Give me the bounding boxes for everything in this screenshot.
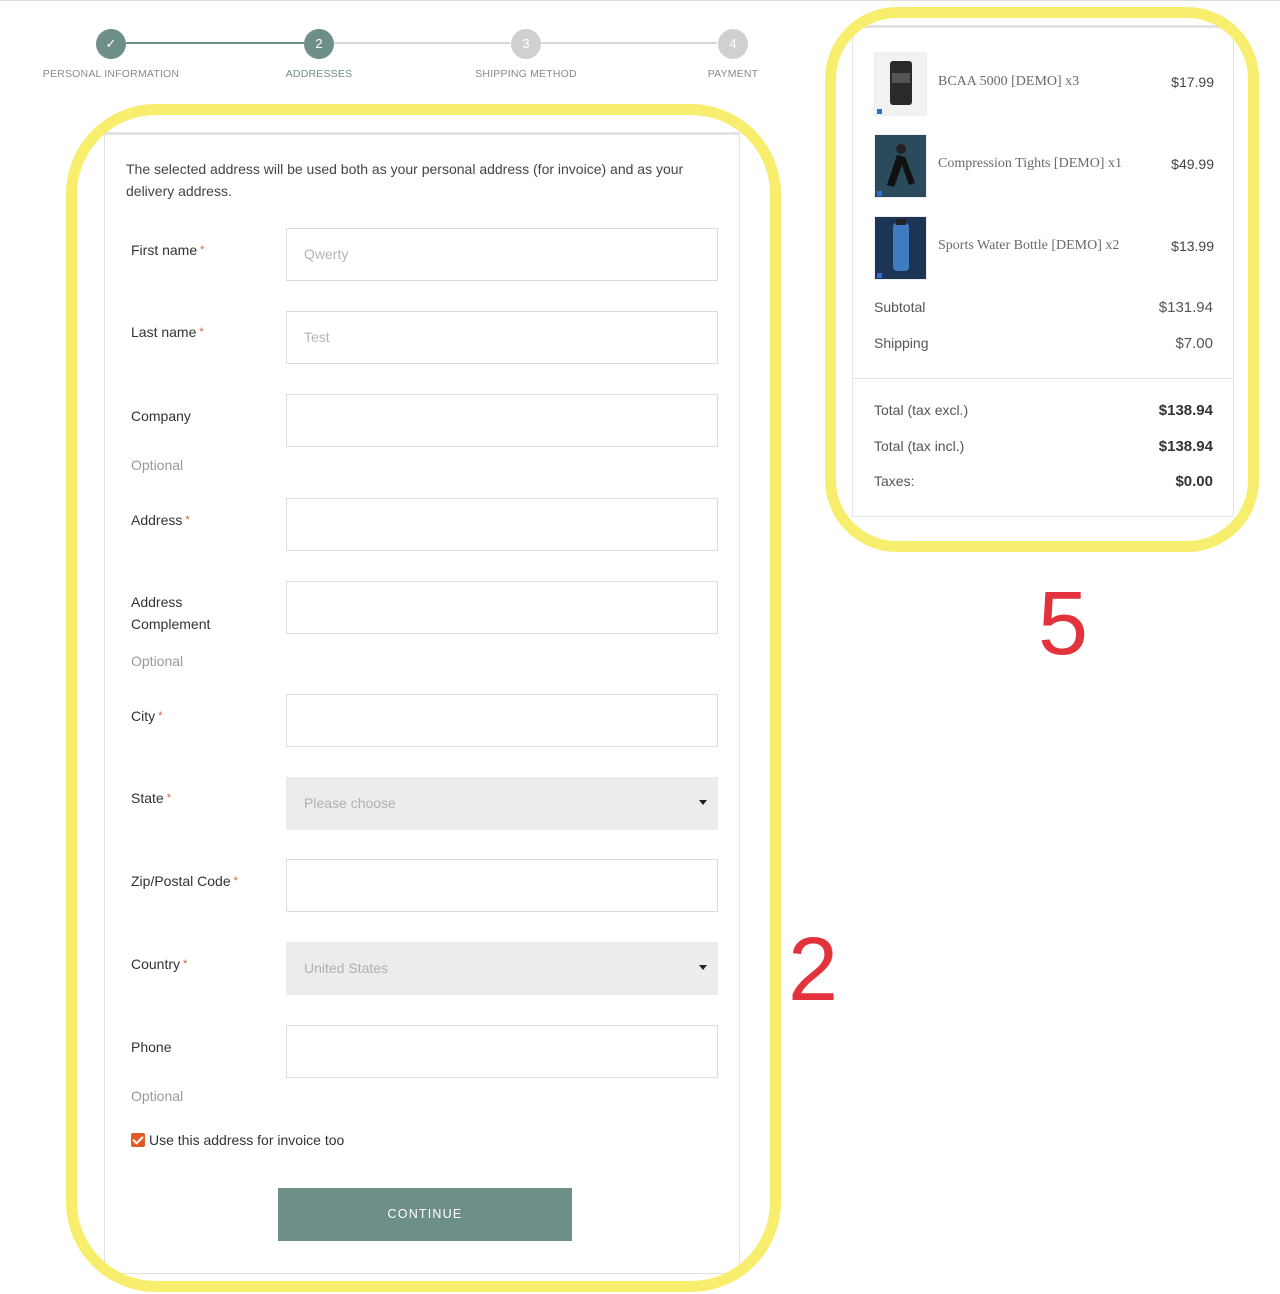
cart-item-name[interactable]: Compression Tights [DEMO] x1 bbox=[938, 156, 1122, 172]
step-connector-3 bbox=[541, 42, 717, 44]
product-thumbnail[interactable] bbox=[874, 52, 927, 116]
zip-input[interactable] bbox=[286, 859, 718, 912]
total-excl-row: Total (tax excl.) $138.94 bbox=[874, 402, 1213, 419]
cart-item-name[interactable]: BCAA 5000 [DEMO] x3 bbox=[938, 74, 1079, 90]
cart-item: Compression Tights [DEMO] x1 $49.99 bbox=[874, 134, 1214, 198]
first-name-input[interactable]: Qwerty bbox=[286, 228, 718, 281]
company-label: Company bbox=[131, 408, 191, 424]
shipping-value: $7.00 bbox=[1175, 335, 1213, 352]
step-1-check-icon[interactable]: ✓ bbox=[96, 29, 126, 59]
step-3-label: SHIPPING METHOD bbox=[475, 68, 577, 80]
state-label: State * bbox=[131, 790, 171, 806]
subtotal-value: $131.94 bbox=[1158, 299, 1213, 316]
step-2-circle: 2 bbox=[304, 29, 334, 59]
state-select-value: Please choose bbox=[304, 795, 396, 811]
city-label: City * bbox=[131, 708, 163, 724]
company-optional-hint: Optional bbox=[131, 457, 184, 473]
annotation-number-5: 5 bbox=[1038, 574, 1089, 674]
step-3-circle: 3 bbox=[511, 29, 541, 59]
country-label: Country * bbox=[131, 956, 188, 972]
address-intro-text: The selected address will be used both a… bbox=[126, 161, 684, 199]
step-2-label: ADDRESSES bbox=[285, 68, 353, 80]
address-label: Address * bbox=[131, 512, 190, 528]
total-excl-value: $138.94 bbox=[1158, 402, 1213, 419]
country-select-value: United States bbox=[304, 960, 389, 976]
zip-label: Zip/Postal Code * bbox=[131, 873, 238, 889]
cart-item: Sports Water Bottle [DEMO] x2 $13.99 bbox=[874, 216, 1214, 280]
step-4-label: PAYMENT bbox=[707, 68, 759, 80]
cart-item-price: $13.99 bbox=[1171, 238, 1214, 254]
address-complement-label: Address Complement bbox=[131, 594, 211, 632]
taxes-row: Taxes: $0.00 bbox=[874, 473, 1213, 490]
cart-item-price: $49.99 bbox=[1171, 156, 1214, 172]
total-incl-value: $138.94 bbox=[1158, 438, 1213, 455]
shipping-row: Shipping $7.00 bbox=[874, 335, 1213, 352]
product-thumbnail[interactable] bbox=[874, 216, 927, 280]
first-name-label: First name * bbox=[131, 242, 205, 258]
address-complement-optional-hint: Optional bbox=[131, 653, 184, 669]
total-incl-row: Total (tax incl.) $138.94 bbox=[874, 438, 1213, 455]
country-caret-down-icon bbox=[699, 965, 707, 970]
cart-summary: BCAA 5000 [DEMO] x3 $17.99 Compression T… bbox=[852, 25, 1234, 517]
cart-item: BCAA 5000 [DEMO] x3 $17.99 bbox=[874, 52, 1214, 116]
cart-item-name[interactable]: Sports Water Bottle [DEMO] x2 bbox=[938, 238, 1119, 254]
step-1-label[interactable]: PERSONAL INFORMATION bbox=[43, 68, 179, 80]
taxes-value: $0.00 bbox=[1175, 473, 1213, 490]
address-complement-input[interactable] bbox=[286, 581, 718, 634]
total-incl-label: Total (tax incl.) bbox=[874, 438, 965, 454]
phone-optional-hint: Optional bbox=[131, 1088, 184, 1104]
last-name-input[interactable]: Test bbox=[286, 311, 718, 364]
cart-item-price: $17.99 bbox=[1171, 74, 1214, 90]
annotation-number-2: 2 bbox=[788, 920, 839, 1020]
phone-label: Phone bbox=[131, 1039, 172, 1055]
checkout-stepper: ✓ 2 3 4 PERSONAL INFORMATION ADDRESSES S… bbox=[0, 1, 800, 91]
invoice-checkbox-row[interactable]: Use this address for invoice too bbox=[131, 1132, 344, 1148]
subtotal-label: Subtotal bbox=[874, 299, 926, 315]
invoice-checkbox[interactable] bbox=[131, 1133, 145, 1147]
country-select[interactable]: United States bbox=[286, 942, 718, 995]
cart-divider bbox=[853, 378, 1233, 379]
step-connector-2 bbox=[334, 42, 510, 44]
state-caret-down-icon bbox=[699, 800, 707, 805]
address-input[interactable] bbox=[286, 498, 718, 551]
step-connector-1 bbox=[126, 42, 304, 44]
step-4-circle: 4 bbox=[718, 29, 748, 59]
address-form: The selected address will be used both a… bbox=[104, 132, 740, 1274]
invoice-checkbox-label[interactable]: Use this address for invoice too bbox=[149, 1132, 344, 1148]
city-input[interactable] bbox=[286, 694, 718, 747]
last-name-label: Last name * bbox=[131, 324, 204, 340]
continue-button[interactable]: CONTINUE bbox=[278, 1188, 572, 1241]
total-excl-label: Total (tax excl.) bbox=[874, 402, 969, 418]
phone-input[interactable] bbox=[286, 1025, 718, 1078]
taxes-label: Taxes: bbox=[874, 473, 915, 489]
subtotal-row: Subtotal $131.94 bbox=[874, 299, 1213, 316]
company-input[interactable] bbox=[286, 394, 718, 447]
product-thumbnail[interactable] bbox=[874, 134, 927, 198]
state-select[interactable]: Please choose bbox=[286, 777, 718, 830]
shipping-label: Shipping bbox=[874, 335, 929, 351]
